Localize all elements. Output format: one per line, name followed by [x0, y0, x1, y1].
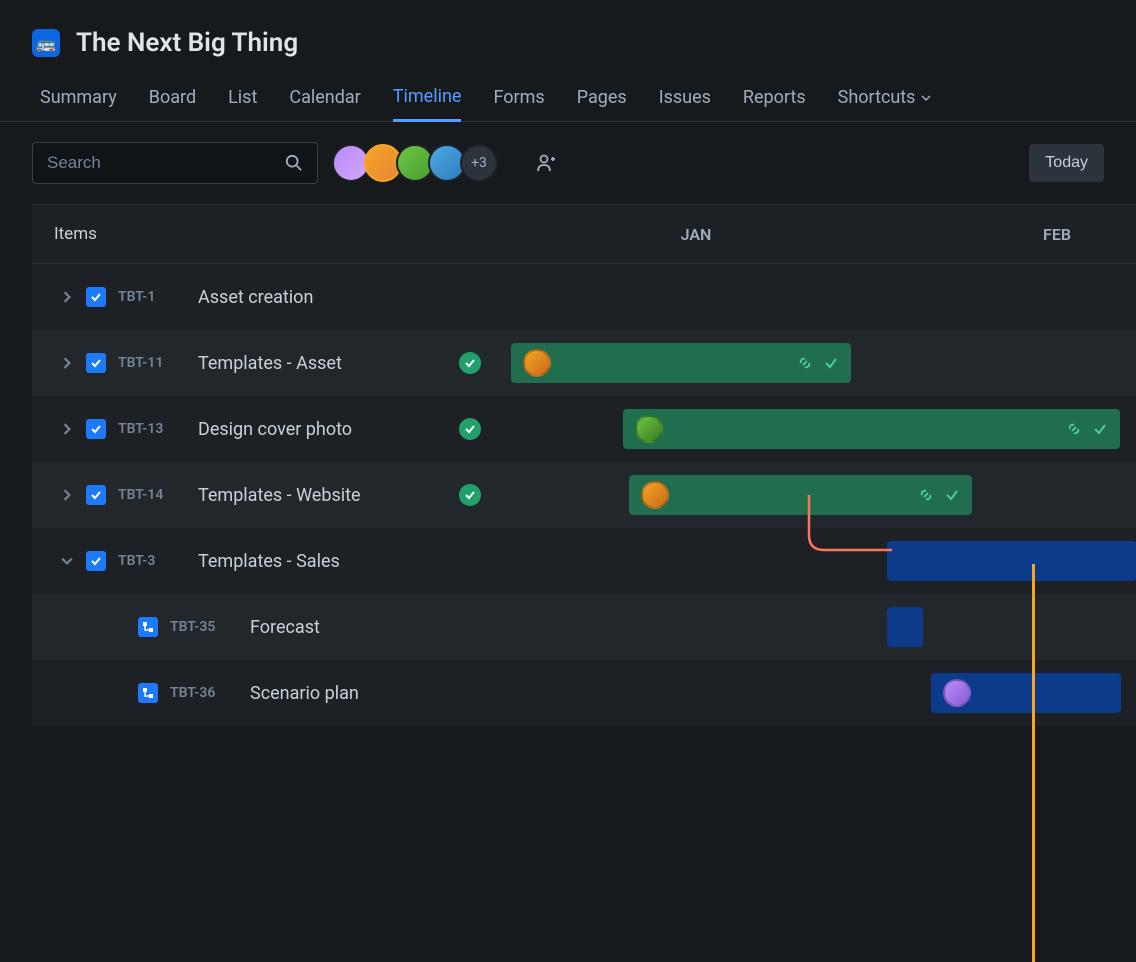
subtask-type-icon	[138, 683, 158, 703]
task-type-icon	[86, 287, 106, 307]
check-icon	[944, 487, 960, 503]
link-icon	[918, 487, 934, 503]
task-type-icon	[86, 419, 106, 439]
assignee-avatar[interactable]	[635, 415, 663, 443]
done-status-icon	[459, 352, 481, 374]
avatar-overflow[interactable]: +3	[460, 144, 498, 182]
search-box[interactable]	[32, 142, 318, 184]
gantt-bar[interactable]	[931, 673, 1121, 713]
tab-forms[interactable]: Forms	[493, 86, 544, 121]
chevron-right-icon[interactable]	[60, 423, 74, 435]
issue-key[interactable]: TBT-36	[170, 685, 224, 701]
chevron-down-icon[interactable]	[60, 555, 74, 567]
assignee-avatar[interactable]	[641, 481, 669, 509]
gantt-bar[interactable]	[887, 607, 923, 647]
task-type-icon	[86, 551, 106, 571]
tabs: Summary Board List Calendar Timeline For…	[0, 68, 1136, 122]
issue-title[interactable]: Templates - Website	[198, 485, 361, 506]
tab-calendar[interactable]: Calendar	[289, 86, 360, 121]
issue-key[interactable]: TBT-3	[118, 553, 172, 569]
tab-issues[interactable]: Issues	[659, 86, 711, 121]
add-user-button[interactable]	[528, 145, 564, 181]
issue-title[interactable]: Asset creation	[198, 287, 313, 308]
month-header-jan: JAN	[501, 225, 891, 244]
chevron-right-icon[interactable]	[60, 291, 74, 303]
tab-reports[interactable]: Reports	[743, 86, 806, 121]
issue-title[interactable]: Scenario plan	[250, 683, 359, 704]
issue-title[interactable]: Templates - Sales	[198, 551, 340, 572]
issue-key[interactable]: TBT-35	[170, 619, 224, 635]
today-button[interactable]: Today	[1029, 144, 1104, 182]
gantt-bar[interactable]	[887, 541, 1136, 581]
assignee-avatar[interactable]	[523, 349, 551, 377]
gantt-bar[interactable]	[623, 409, 1120, 449]
assignee-avatar[interactable]	[943, 679, 971, 707]
issue-title[interactable]: Forecast	[250, 617, 320, 638]
chevron-right-icon[interactable]	[60, 357, 74, 369]
app-icon: 🚌	[32, 29, 60, 57]
chevron-right-icon[interactable]	[60, 489, 74, 501]
tab-summary[interactable]: Summary	[40, 86, 117, 121]
search-icon	[285, 154, 303, 172]
tab-timeline[interactable]: Timeline	[393, 86, 462, 122]
items-column-header: Items	[32, 224, 501, 244]
task-type-icon	[86, 485, 106, 505]
link-icon	[797, 355, 813, 371]
page-title: The Next Big Thing	[76, 28, 298, 58]
link-icon	[1066, 421, 1082, 437]
done-status-icon	[459, 418, 481, 440]
issue-key[interactable]: TBT-14	[118, 487, 172, 503]
month-header-feb: FEB	[891, 225, 1081, 244]
subtask-type-icon	[138, 617, 158, 637]
issue-key[interactable]: TBT-1	[118, 289, 172, 305]
check-icon	[1092, 421, 1108, 437]
tab-board[interactable]: Board	[149, 86, 196, 121]
tab-list[interactable]: List	[228, 86, 257, 121]
issue-key[interactable]: TBT-11	[118, 355, 172, 371]
check-icon	[823, 355, 839, 371]
issue-title[interactable]: Design cover photo	[198, 419, 352, 440]
issue-key[interactable]: TBT-13	[118, 421, 172, 437]
add-user-icon	[536, 153, 556, 173]
task-type-icon	[86, 353, 106, 373]
today-marker-line	[1032, 564, 1035, 962]
timeline: Items JAN FEB TBT-1 Asset creation TBT-1…	[0, 204, 1136, 726]
search-input[interactable]	[47, 153, 277, 173]
tab-shortcuts[interactable]: Shortcuts	[838, 86, 932, 121]
tab-shortcuts-label: Shortcuts	[838, 87, 916, 108]
chevron-down-icon	[921, 93, 931, 103]
issue-title[interactable]: Templates - Asset	[198, 353, 342, 374]
avatar-stack[interactable]: +3	[338, 144, 498, 182]
gantt-bar[interactable]	[511, 343, 851, 383]
gantt-bar[interactable]	[629, 475, 972, 515]
done-status-icon	[459, 484, 481, 506]
tab-pages[interactable]: Pages	[577, 86, 627, 121]
